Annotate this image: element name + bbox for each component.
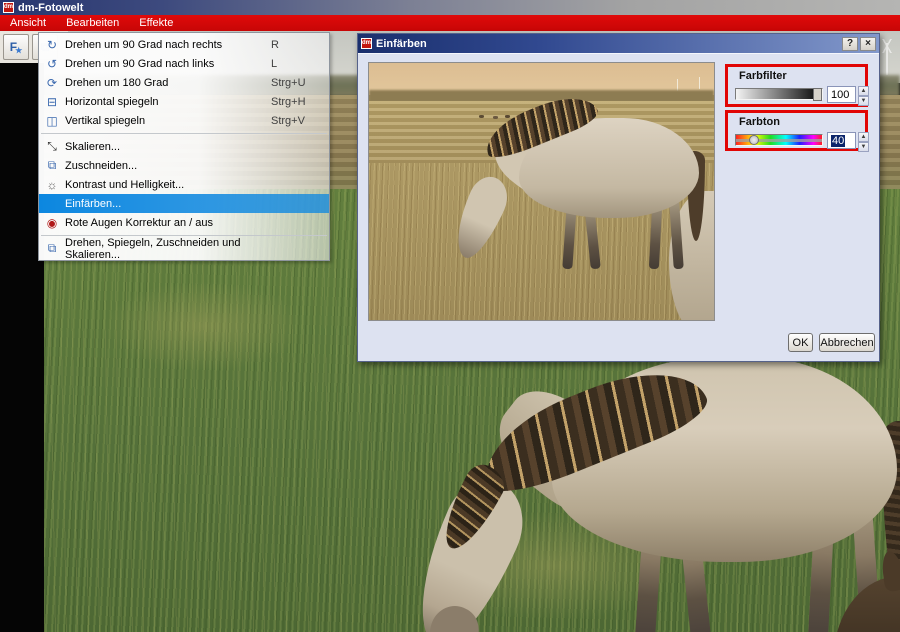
menu-item-skalieren[interactable]: ⤡ Skalieren...	[39, 137, 329, 156]
menu-item-label: Zuschneiden...	[65, 159, 138, 172]
farbfilter-slider[interactable]	[735, 88, 823, 101]
rotate-180-icon: ⟳	[46, 75, 58, 90]
menu-item-shortcut: Strg+V	[271, 114, 305, 127]
dialog-body: Farbfilter 100 ▲ ▼ Farbton 40 ▲ ▼ OK Abb…	[358, 53, 879, 361]
star-icon: ★	[15, 45, 23, 55]
farbfilter-slider-thumb[interactable]	[813, 88, 822, 101]
spinner-up-icon[interactable]: ▲	[858, 132, 869, 142]
farbfilter-label: Farbfilter	[739, 70, 787, 82]
menu-bar: Ansicht Bearbeiten Effekte	[0, 15, 900, 31]
menu-effekte[interactable]: Effekte	[129, 16, 183, 31]
farbton-spinner: ▲ ▼	[858, 132, 869, 152]
spinner-down-icon[interactable]: ▼	[858, 96, 869, 106]
app-logo-icon: dm	[3, 2, 14, 13]
menu-item-rotate-left[interactable]: ↺ Drehen um 90 Grad nach links L	[39, 54, 329, 73]
cancel-button[interactable]: Abbrechen	[819, 333, 875, 352]
preview-image	[368, 62, 715, 321]
menu-bearbeiten[interactable]: Bearbeiten	[56, 16, 129, 31]
menu-item-shortcut: R	[271, 38, 279, 51]
farbfilter-spinner: ▲ ▼	[858, 86, 869, 106]
farbton-slider[interactable]	[735, 134, 823, 146]
einfaerben-dialog: dm Einfärben ? × Farbfilter 100 ▲ ▼ Farb…	[357, 33, 880, 362]
edit-menu-dropdown: ↻ Drehen um 90 Grad nach rechts R ↺ Dreh…	[38, 32, 330, 261]
menu-item-label: Drehen um 90 Grad nach rechts	[65, 38, 223, 51]
app-window: dm dm-Fotowelt Ansicht Bearbeiten Effekt…	[0, 0, 900, 632]
scale-icon: ⤡	[47, 139, 57, 153]
menu-item-label: Vertikal spiegeln	[65, 114, 146, 127]
menu-item-label: Drehen um 90 Grad nach links	[65, 57, 215, 70]
menu-item-kontrast-helligkeit[interactable]: ☼ Kontrast und Helligkeit...	[39, 175, 329, 194]
menu-item-flip-vertical[interactable]: ◫ Vertikal spiegeln Strg+V	[39, 111, 329, 130]
preview-distant-horses	[479, 115, 484, 118]
menu-item-drehen-spiegeln-zuschneiden-skalieren[interactable]: ⧉ Drehen, Spiegeln, Zuschneiden und Skal…	[39, 236, 329, 261]
preview-wind-turbine	[699, 77, 700, 89]
brightness-icon: ☼	[46, 177, 58, 192]
menu-item-label: Skalieren...	[65, 140, 121, 153]
effects-button[interactable]: F ★	[3, 34, 29, 60]
menu-item-einfaerben[interactable]: Einfärben...	[39, 194, 329, 213]
menu-item-label: Kontrast und Helligkeit...	[65, 178, 185, 191]
dialog-help-button[interactable]: ?	[842, 36, 858, 51]
farbton-label: Farbton	[739, 116, 780, 128]
dialog-title: Einfärben	[376, 37, 427, 50]
farbton-annotation-box: Farbton 40 ▲ ▼	[725, 110, 869, 152]
dialog-close-button[interactable]: ×	[860, 36, 876, 51]
crop-icon: ⧉	[47, 241, 57, 255]
farbfilter-value: 100	[831, 89, 850, 101]
app-titlebar: dm dm-Fotowelt	[0, 0, 900, 15]
menu-item-rotate-right[interactable]: ↻ Drehen um 90 Grad nach rechts R	[39, 35, 329, 54]
spinner-down-icon[interactable]: ▼	[858, 142, 869, 152]
flip-vertical-icon: ◫	[46, 113, 58, 128]
farbton-value: 40	[831, 135, 846, 147]
menu-item-shortcut: L	[271, 57, 278, 70]
menu-item-flip-horizontal[interactable]: ⊟ Horizontal spiegeln Strg+H	[39, 92, 329, 111]
farbfilter-value-field[interactable]: 100	[827, 86, 856, 103]
red-eye-icon: ◉	[46, 215, 58, 230]
app-title: dm-Fotowelt	[18, 1, 84, 14]
grass-patch	[104, 281, 304, 371]
menu-item-rote-augen[interactable]: ◉ Rote Augen Korrektur an / aus	[39, 213, 329, 232]
rotate-left-icon: ↺	[46, 56, 58, 71]
menu-separator	[41, 133, 327, 134]
menu-item-rotate-180[interactable]: ⟳ Drehen um 180 Grad Strg+U	[39, 73, 329, 92]
farbfilter-annotation-box: Farbfilter 100 ▲ ▼	[725, 64, 869, 107]
menu-item-label: Rote Augen Korrektur an / aus	[65, 216, 213, 229]
dialog-titlebar[interactable]: dm Einfärben ? ×	[358, 34, 879, 53]
dialog-logo-icon: dm	[361, 38, 372, 49]
menu-item-label: Einfärben...	[65, 197, 122, 210]
menu-ansicht[interactable]: Ansicht	[0, 16, 56, 31]
menu-item-label: Horizontal spiegeln	[65, 95, 159, 108]
ok-button[interactable]: OK	[788, 333, 813, 352]
menu-item-shortcut: Strg+U	[271, 76, 306, 89]
menu-item-zuschneiden[interactable]: ⧉ Zuschneiden...	[39, 156, 329, 175]
spinner-up-icon[interactable]: ▲	[858, 86, 869, 96]
flip-horizontal-icon: ⊟	[46, 94, 58, 109]
wind-turbine	[886, 43, 888, 75]
rotate-right-icon: ↻	[46, 37, 58, 52]
menu-item-label: Drehen um 180 Grad	[65, 76, 169, 89]
menu-item-label: Drehen, Spiegeln, Zuschneiden und Skalie…	[65, 236, 241, 261]
farbton-value-field[interactable]: 40	[827, 132, 856, 149]
menu-item-shortcut: Strg+H	[271, 95, 306, 108]
farbton-slider-thumb[interactable]	[749, 135, 759, 145]
crop-icon: ⧉	[47, 158, 57, 172]
